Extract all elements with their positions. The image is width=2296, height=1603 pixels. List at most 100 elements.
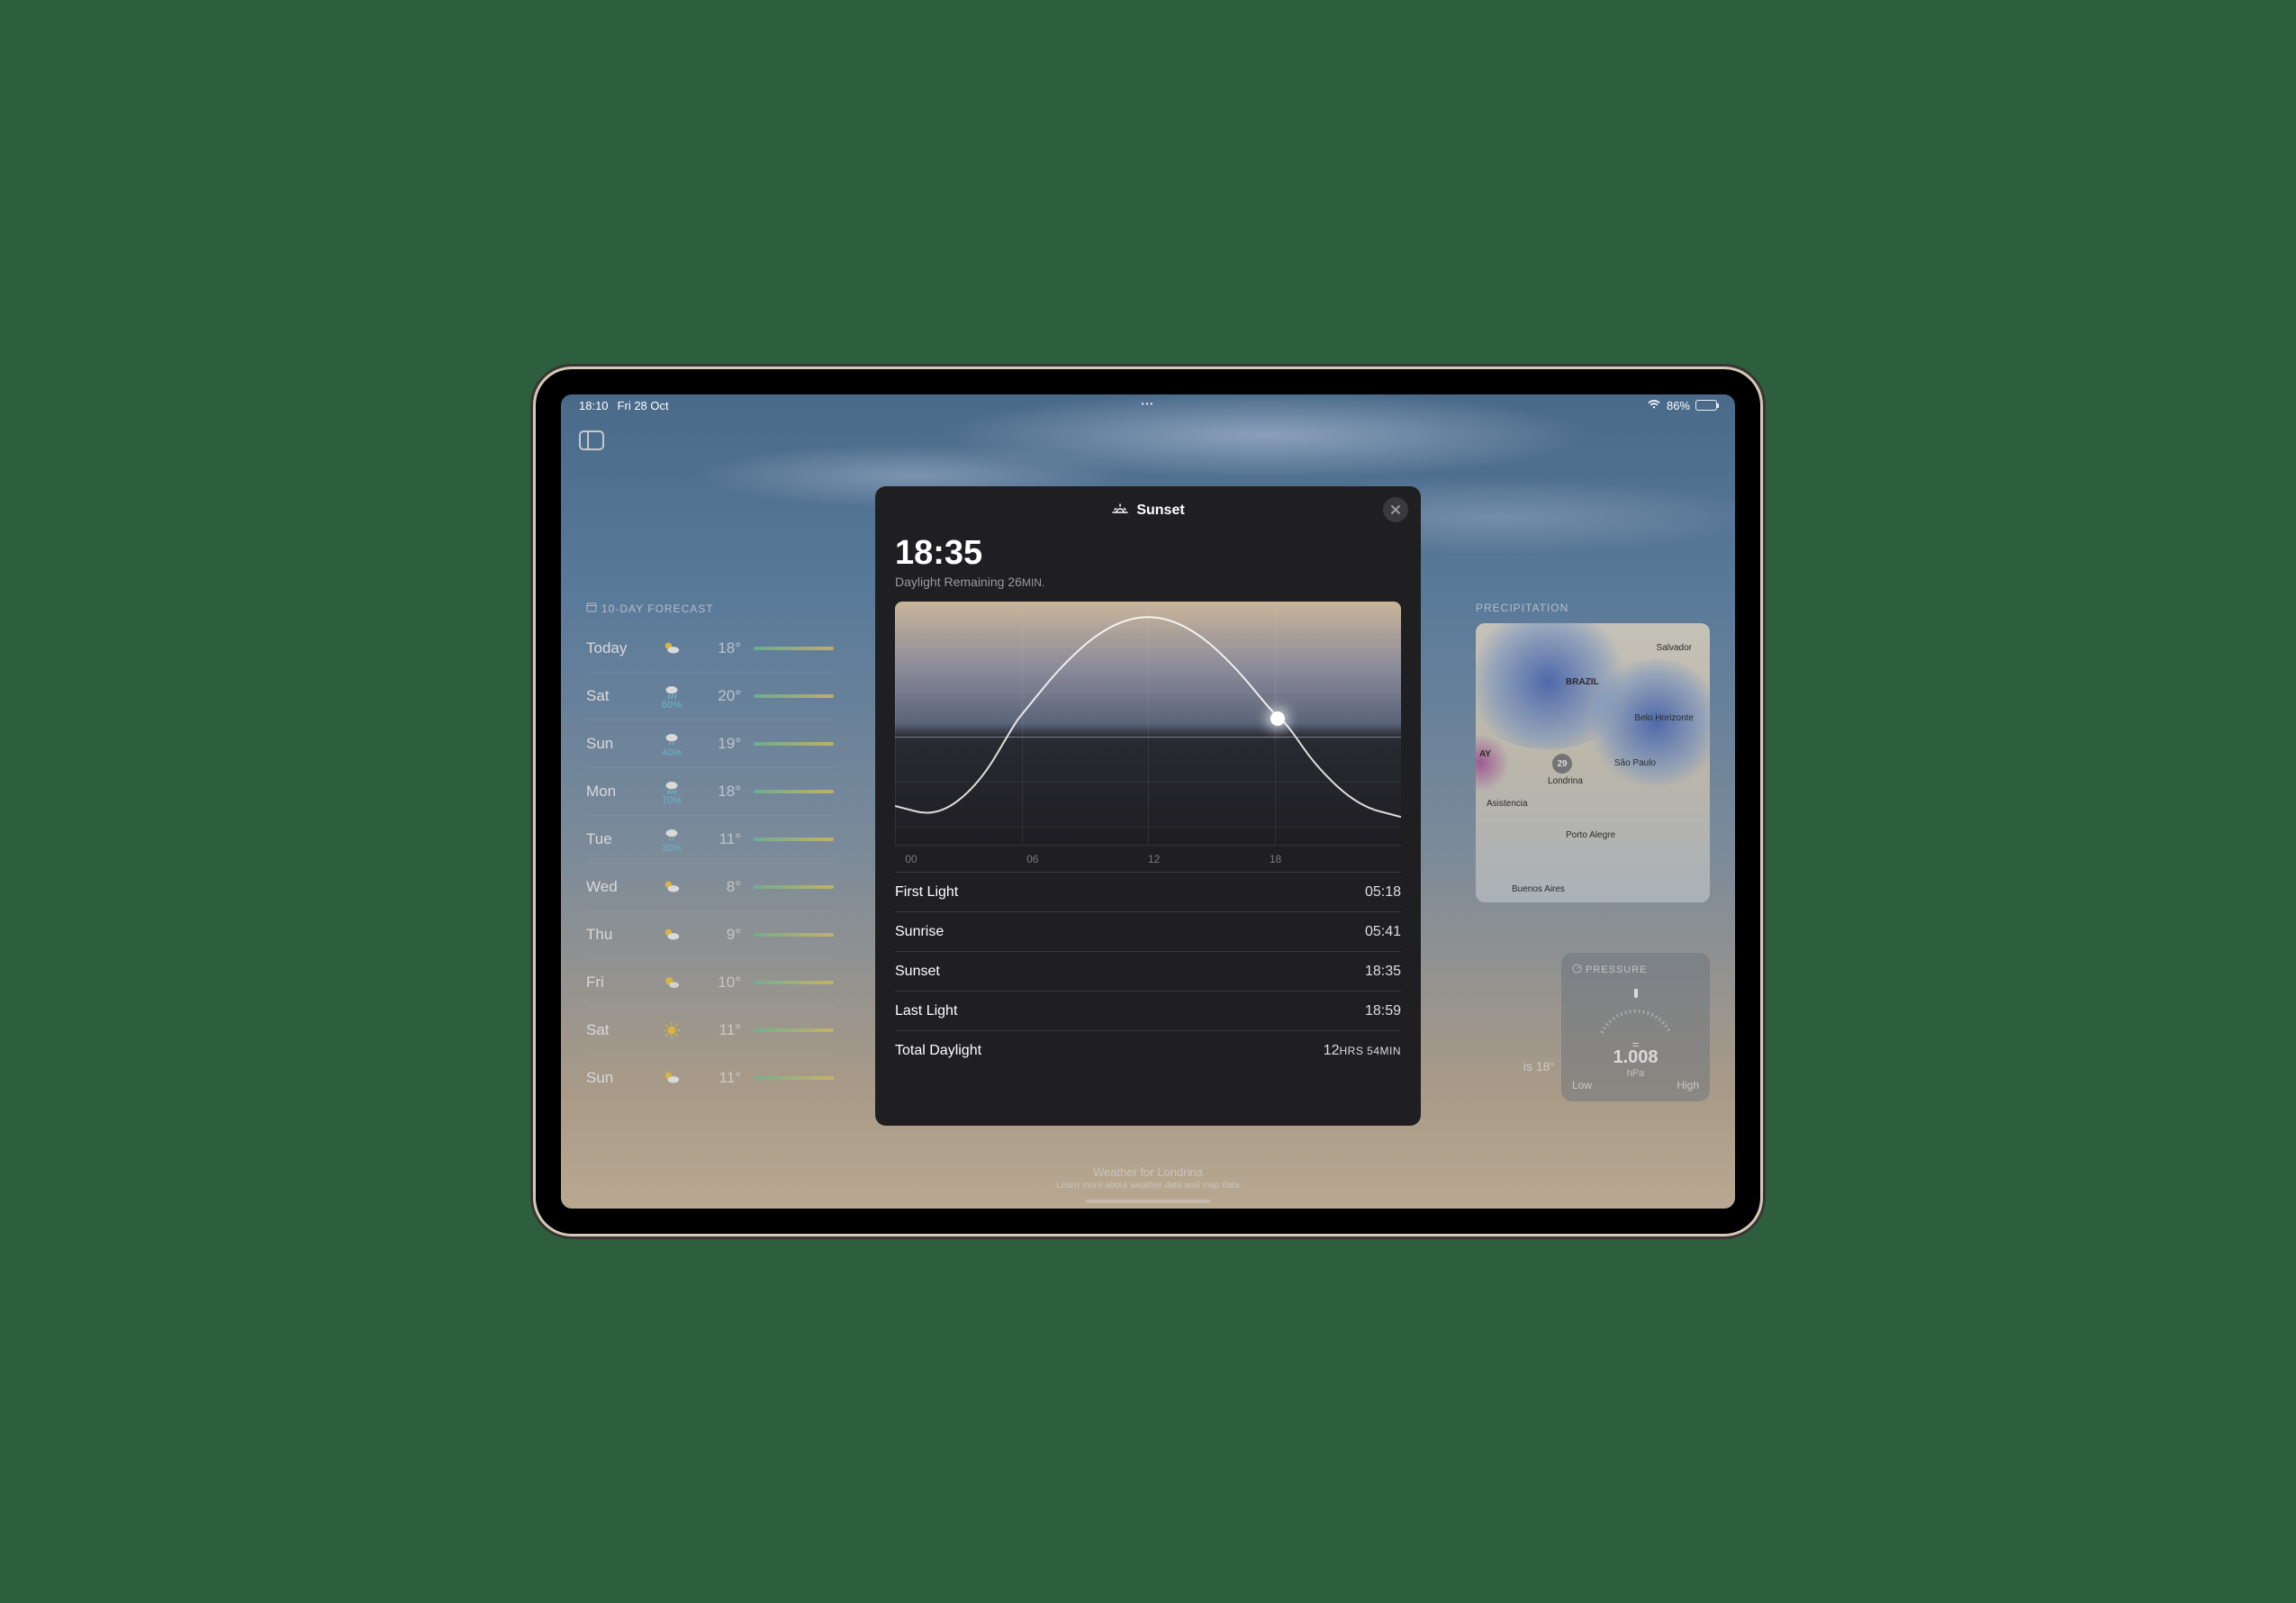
pressure-low-label: Low [1572, 1079, 1592, 1091]
daylight-remaining: Daylight Remaining 26MIN. [895, 575, 1401, 589]
map-label: Buenos Aires [1512, 884, 1565, 894]
weather-icon: 40% [649, 729, 694, 758]
temp-range-bar [754, 838, 834, 841]
detail-row: Sunrise 05:41 [895, 912, 1401, 952]
pressure-high-label: High [1677, 1079, 1699, 1091]
forecast-header: 10-DAY FORECAST [586, 602, 834, 615]
forecast-day: Today [586, 639, 649, 657]
forecast-day: Sat [586, 687, 649, 705]
sidebar-toggle-button[interactable] [579, 430, 604, 450]
forecast-row[interactable]: Sat 60% 20° [586, 672, 834, 720]
time-axis: 00 06 12 18 [895, 845, 1401, 872]
pressure-widget[interactable]: PRESSURE = 1.008 hPa Low High [1561, 953, 1710, 1101]
forecast-day: Wed [586, 878, 649, 896]
forecast-day: Sun [586, 1069, 649, 1087]
weather-icon [649, 1020, 694, 1040]
detail-label: Total Daylight [895, 1043, 981, 1059]
map-label: Londrina [1548, 776, 1583, 786]
forecast-row[interactable]: Wed 8° [586, 863, 834, 910]
forecast-low-temp: 10° [694, 974, 741, 992]
modal-title: Sunset [1136, 503, 1184, 519]
detail-value: 05:18 [1365, 884, 1401, 901]
temp-range-bar [754, 790, 834, 793]
weather-icon [649, 925, 694, 945]
home-indicator[interactable] [1085, 1200, 1211, 1203]
detail-value: 18:59 [1365, 1003, 1401, 1019]
precip-chance: 60% [662, 700, 682, 711]
forecast-day: Thu [586, 926, 649, 944]
forecast-low-temp: 11° [694, 830, 741, 848]
forecast-low-temp: 19° [694, 735, 741, 753]
sunset-time: 18:35 [895, 534, 1401, 573]
detail-row: First Light 05:18 [895, 873, 1401, 912]
weather-icon [649, 877, 694, 897]
pressure-value: 1.008 [1613, 1047, 1658, 1068]
status-date: Fri 28 Oct [618, 399, 669, 412]
forecast-row[interactable]: Sun 40% 19° [586, 720, 834, 767]
ten-day-forecast-widget[interactable]: 10-DAY FORECAST Today 18° Sat 60% 20° Su… [586, 602, 834, 1101]
detail-value: 12HRS 54MIN [1324, 1043, 1401, 1059]
detail-value: 05:41 [1365, 924, 1401, 940]
precip-chance: 30% [662, 843, 682, 854]
forecast-low-temp: 11° [694, 1021, 741, 1039]
map-location-pin[interactable]: 29 [1552, 754, 1572, 774]
forecast-day: Sun [586, 735, 649, 753]
detail-row: Last Light 18:59 [895, 992, 1401, 1031]
pressure-header-label: PRESSURE [1586, 965, 1648, 975]
forecast-row[interactable]: Sat 11° [586, 1006, 834, 1054]
weather-icon: 60% [649, 682, 694, 711]
temp-range-bar [754, 694, 834, 698]
gauge-icon [1572, 964, 1582, 976]
detail-row: Sunset 18:35 [895, 952, 1401, 992]
wifi-icon [1647, 399, 1661, 412]
sunset-detail-list: First Light 05:18Sunrise 05:41Sunset 18:… [895, 872, 1401, 1071]
sunset-detail-modal: Sunset 18:35 Daylight Remaining 26MIN. 0… [875, 486, 1421, 1126]
forecast-low-temp: 8° [694, 878, 741, 896]
forecast-low-temp: 11° [694, 1069, 741, 1087]
map-label: AY [1479, 749, 1491, 759]
temp-range-bar [754, 1028, 834, 1032]
forecast-row[interactable]: Fri 10° [586, 958, 834, 1006]
screen: 18:10 Fri 28 Oct ••• 86% 10-DAY FORECAST… [561, 394, 1735, 1209]
weather-icon [649, 1068, 694, 1088]
status-bar: 18:10 Fri 28 Oct ••• 86% [561, 394, 1735, 416]
precip-chance: 70% [662, 795, 682, 806]
sunset-icon [1111, 501, 1129, 520]
battery-icon [1695, 400, 1717, 411]
forecast-row[interactable]: Mon 70% 18° [586, 767, 834, 815]
map-label: São Paulo [1614, 758, 1656, 768]
map-label: Salvador [1657, 643, 1692, 653]
multitasking-dots[interactable]: ••• [1142, 400, 1154, 408]
map-label: Belo Horizonte [1634, 713, 1694, 723]
precipitation-widget[interactable]: PRECIPITATION BRAZIL Salvador Belo Horiz… [1476, 602, 1710, 902]
precipitation-map[interactable]: BRAZIL Salvador Belo Horizonte São Paulo… [1476, 623, 1710, 902]
map-label: BRAZIL [1566, 677, 1599, 687]
close-button[interactable] [1383, 497, 1408, 522]
weather-icon: 30% [649, 825, 694, 854]
detail-row: Total Daylight 12HRS 54MIN [895, 1031, 1401, 1071]
forecast-day: Sat [586, 1021, 649, 1039]
forecast-row[interactable]: Today 18° [586, 624, 834, 672]
forecast-low-temp: 9° [694, 926, 741, 944]
map-label: Porto Alegre [1566, 830, 1615, 840]
temp-range-bar [754, 933, 834, 937]
temp-range-bar [754, 981, 834, 984]
detail-value: 18:35 [1365, 964, 1401, 980]
detail-label: Last Light [895, 1003, 957, 1019]
map-label: Asistencia [1487, 799, 1528, 809]
forecast-row[interactable]: Sun 11° [586, 1054, 834, 1101]
precip-chance: 40% [662, 747, 682, 758]
forecast-row[interactable]: Thu 9° [586, 910, 834, 958]
weather-icon: 70% [649, 777, 694, 806]
forecast-low-temp: 18° [694, 639, 741, 657]
weather-icon [649, 973, 694, 992]
precip-header-label: PRECIPITATION [1476, 602, 1568, 614]
calendar-icon [586, 602, 597, 615]
footer-location: Weather for Londrina [561, 1165, 1735, 1179]
forecast-row[interactable]: Tue 30% 11° [586, 815, 834, 863]
detail-label: Sunrise [895, 924, 944, 940]
forecast-day: Mon [586, 783, 649, 801]
sun-altitude-chart[interactable]: 00 06 12 18 [895, 602, 1401, 872]
weather-footer[interactable]: Weather for Londrina Learn more about we… [561, 1165, 1735, 1191]
detail-label: Sunset [895, 964, 940, 980]
